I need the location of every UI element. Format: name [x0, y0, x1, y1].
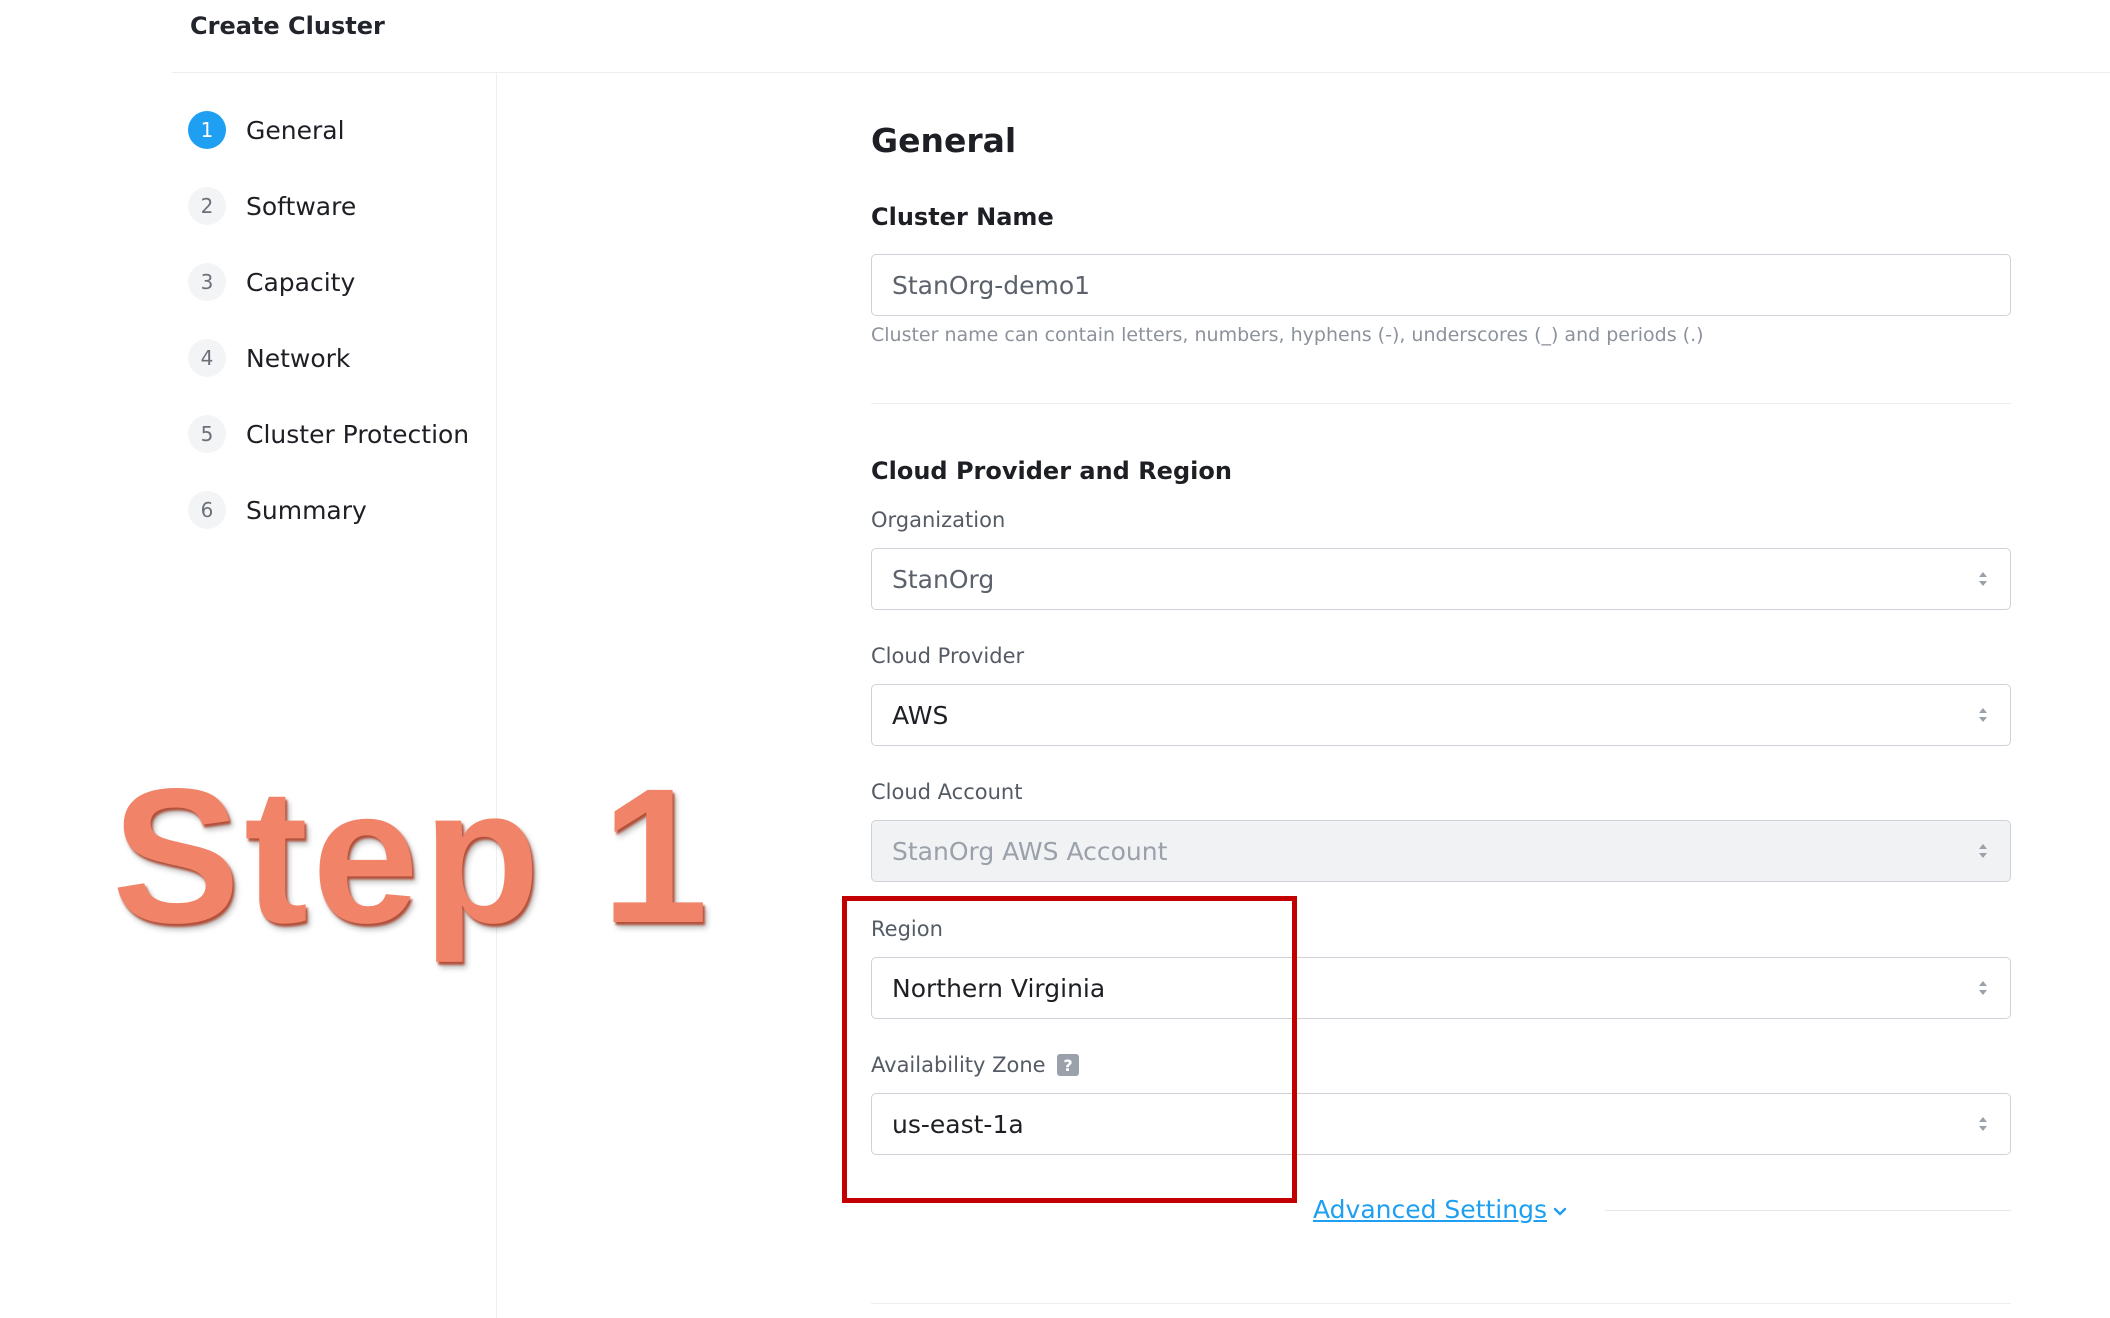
organization-label: Organization	[871, 508, 1006, 532]
page-title: Create Cluster	[190, 12, 385, 40]
cloud-provider-value: AWS	[892, 700, 949, 730]
cloud-account-select: StanOrg AWS Account	[871, 820, 2011, 882]
organization-select[interactable]: StanOrg	[871, 548, 2011, 610]
step-network[interactable]: 4 Network	[188, 338, 350, 378]
step-number: 6	[188, 491, 226, 529]
step-summary[interactable]: 6 Summary	[188, 490, 367, 530]
chevron-down-icon[interactable]	[1553, 1205, 1567, 1219]
step-annotation-overlay: Step 1	[112, 748, 713, 963]
step-capacity[interactable]: 3 Capacity	[188, 262, 355, 302]
select-arrows-icon	[1979, 1117, 1987, 1131]
step-cluster-protection[interactable]: 5 Cluster Protection	[188, 414, 469, 454]
cloud-provider-select[interactable]: AWS	[871, 684, 2011, 746]
cluster-name-heading: Cluster Name	[871, 203, 1054, 231]
cloud-provider-label: Cloud Provider	[871, 644, 1025, 668]
region-highlight-box	[842, 896, 1297, 1203]
step-number: 2	[188, 187, 226, 225]
cloud-provider-heading: Cloud Provider and Region	[871, 457, 1232, 485]
step-label: Capacity	[246, 267, 356, 297]
step-number: 4	[188, 339, 226, 377]
sidebar-divider	[496, 73, 497, 1318]
step-label: Software	[246, 191, 357, 221]
section-divider	[871, 403, 2011, 404]
select-arrows-icon	[1979, 844, 1987, 858]
step-number: 5	[188, 415, 226, 453]
section-title: General	[871, 121, 1017, 160]
top-divider	[172, 72, 2110, 73]
select-arrows-icon	[1979, 981, 1987, 995]
cluster-name-value: StanOrg-demo1	[892, 270, 1091, 300]
cloud-account-value: StanOrg AWS Account	[892, 836, 1168, 866]
cluster-name-help: Cluster name can contain letters, number…	[871, 324, 1704, 346]
step-software[interactable]: 2 Software	[188, 186, 356, 226]
organization-value: StanOrg	[892, 564, 995, 594]
step-general[interactable]: 1 General	[188, 110, 345, 150]
step-number: 3	[188, 263, 226, 301]
select-arrows-icon	[1979, 572, 1987, 586]
select-arrows-icon	[1979, 708, 1987, 722]
advanced-divider	[1605, 1210, 2011, 1211]
step-number: 1	[188, 111, 226, 149]
step-label: Network	[246, 343, 351, 373]
advanced-settings-link[interactable]: Advanced Settings	[1313, 1195, 1547, 1224]
bottom-divider	[871, 1303, 2011, 1304]
step-label: Summary	[246, 495, 367, 525]
step-label: Cluster Protection	[246, 419, 470, 449]
cluster-name-input[interactable]: StanOrg-demo1	[871, 254, 2011, 316]
step-label: General	[246, 115, 345, 145]
cloud-account-label: Cloud Account	[871, 780, 1023, 804]
